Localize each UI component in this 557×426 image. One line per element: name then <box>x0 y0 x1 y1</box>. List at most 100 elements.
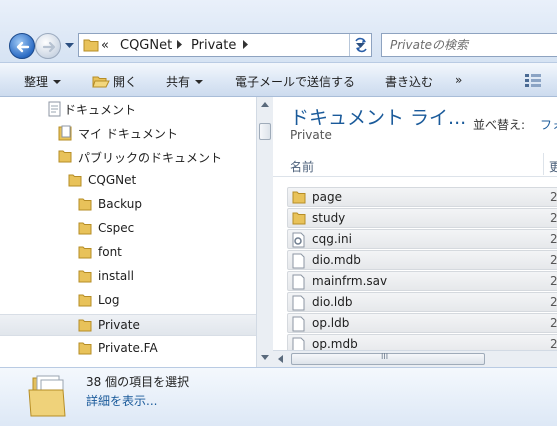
scroll-thumb[interactable] <box>259 123 271 140</box>
tree-item-font[interactable]: font <box>0 242 256 264</box>
column-header: 名前 更 <box>273 149 557 177</box>
tree-item-cqgnet[interactable]: CQGNet <box>0 170 256 192</box>
tree-item-label: Cspec <box>98 221 135 235</box>
tree-item-public-documents[interactable]: パブリックのドキュメント <box>0 146 256 168</box>
file-name: dio.ldb <box>312 295 353 309</box>
file-date: 2 <box>550 295 557 309</box>
caret-down-icon <box>195 80 204 84</box>
breadcrumb-private[interactable]: Private <box>191 38 236 53</box>
column-header-name[interactable]: 名前 <box>290 158 314 175</box>
folder-icon <box>78 319 92 332</box>
arrow-left-icon <box>16 41 30 53</box>
tree-item-label: Private.FA <box>98 341 158 355</box>
horizontal-scrollbar[interactable]: III <box>273 350 557 367</box>
tree-item-label: Log <box>98 293 120 307</box>
folder-icon <box>292 191 306 204</box>
scroll-grip: III <box>381 352 389 361</box>
forward-button[interactable] <box>35 33 61 59</box>
multiple-items-icon <box>28 375 66 417</box>
breadcrumb-overflow[interactable]: « <box>101 38 109 53</box>
list-item-dio-mdb[interactable]: dio.mdb 2 <box>287 250 557 270</box>
folder-icon <box>68 174 82 187</box>
column-separator[interactable] <box>543 153 544 175</box>
file-icon <box>292 253 305 269</box>
list-item-mainfrm-sav[interactable]: mainfrm.sav 2 <box>287 271 557 291</box>
list-item-op-ldb[interactable]: op.ldb 2 <box>287 313 557 333</box>
file-list-pane: ドキュメント ライ... Private 並べ替え: フォ 名前 更 page … <box>273 97 557 367</box>
list-item-study[interactable]: study 2 <box>287 208 557 228</box>
tree-item-label: Backup <box>98 197 142 211</box>
library-title: ドキュメント ライ... <box>290 107 467 129</box>
address-history-dropdown-icon[interactable] <box>356 43 365 49</box>
folder-icon <box>58 150 72 163</box>
tree-item-my-documents[interactable]: マイ ドキュメント <box>0 122 256 144</box>
library-subtitle: Private <box>290 128 332 142</box>
documents-library-icon <box>48 101 61 117</box>
change-view-icon[interactable] <box>525 73 541 87</box>
tree-item-install[interactable]: install <box>0 266 256 288</box>
tree-item-label: ドキュメント <box>64 103 137 117</box>
navigation-scrollbar[interactable] <box>256 97 273 367</box>
search-input[interactable] <box>390 35 557 55</box>
file-date: 2 <box>550 190 557 204</box>
open-button[interactable]: 開く <box>92 73 137 90</box>
open-folder-icon <box>92 76 110 88</box>
file-name: op.mdb <box>312 337 358 351</box>
column-header-date[interactable]: 更 <box>549 158 557 175</box>
tree-item-private-fa[interactable]: Private.FA <box>0 338 256 360</box>
scroll-down-icon[interactable] <box>261 355 269 360</box>
share-label: 共有 <box>166 75 191 89</box>
file-date: 2 <box>550 232 557 246</box>
tree-item-label: install <box>98 269 134 283</box>
organize-button[interactable]: 整理 <box>24 73 62 90</box>
sort-by-dropdown[interactable]: フォ <box>540 116 557 133</box>
tree-item-label: マイ ドキュメント <box>78 127 178 141</box>
file-name: mainfrm.sav <box>312 274 388 288</box>
breadcrumb-cqgnet[interactable]: CQGNet <box>120 38 172 53</box>
arrow-right-icon <box>42 41 56 53</box>
more-commands-button[interactable]: » <box>455 73 462 87</box>
file-date: 2 <box>550 211 557 225</box>
folder-icon <box>78 246 92 259</box>
chevron-right-icon[interactable] <box>243 40 249 49</box>
organize-label: 整理 <box>24 75 49 89</box>
list-item-dio-ldb[interactable]: dio.ldb 2 <box>287 292 557 312</box>
tree-item-cspec[interactable]: Cspec <box>0 218 256 240</box>
chevron-right-icon[interactable] <box>177 40 183 49</box>
search-box <box>381 33 557 57</box>
burn-button[interactable]: 書き込む <box>385 73 433 90</box>
share-button[interactable]: 共有 <box>166 73 204 90</box>
tree-item-log[interactable]: Log <box>0 290 256 312</box>
show-details-link[interactable]: 詳細を表示... <box>86 392 157 409</box>
file-name: op.ldb <box>312 316 350 330</box>
tree-item-documents[interactable]: ドキュメント <box>0 98 256 120</box>
scroll-up-icon[interactable] <box>261 102 269 107</box>
email-button[interactable]: 電子メールで送信する <box>235 73 355 90</box>
folder-icon <box>78 294 92 307</box>
file-name: study <box>312 211 346 225</box>
list-item-page[interactable]: page 2 <box>287 187 557 207</box>
list-item-cqg-ini[interactable]: cqg.ini 2 <box>287 229 557 249</box>
details-pane: 38 個の項目を選択 詳細を表示... <box>0 367 557 426</box>
file-date: 2 <box>550 253 557 267</box>
settings-file-icon <box>292 232 305 248</box>
folder-icon <box>83 39 99 52</box>
back-button[interactable] <box>9 33 35 59</box>
tree-item-label: font <box>98 245 122 259</box>
selection-count: 38 個の項目を選択 <box>86 375 190 389</box>
navigation-pane: ドキュメント マイ ドキュメント パブリックのドキュメント CQGNet Bac… <box>0 97 256 367</box>
tree-item-backup[interactable]: Backup <box>0 194 256 216</box>
folder-icon <box>78 342 92 355</box>
address-bar-row: « CQGNet Private <box>0 0 557 62</box>
sort-label: 並べ替え: <box>473 118 526 132</box>
scroll-left-icon[interactable] <box>278 355 283 363</box>
caret-down-icon <box>53 80 62 84</box>
address-field[interactable]: « CQGNet Private <box>78 33 372 57</box>
file-icon <box>292 316 305 332</box>
documents-folder-icon <box>58 125 72 141</box>
file-icon <box>292 295 305 311</box>
tree-item-private[interactable]: Private <box>0 314 256 336</box>
file-icon <box>292 274 305 290</box>
open-label: 開く <box>113 75 138 89</box>
recent-pages-dropdown-icon[interactable] <box>65 43 74 49</box>
